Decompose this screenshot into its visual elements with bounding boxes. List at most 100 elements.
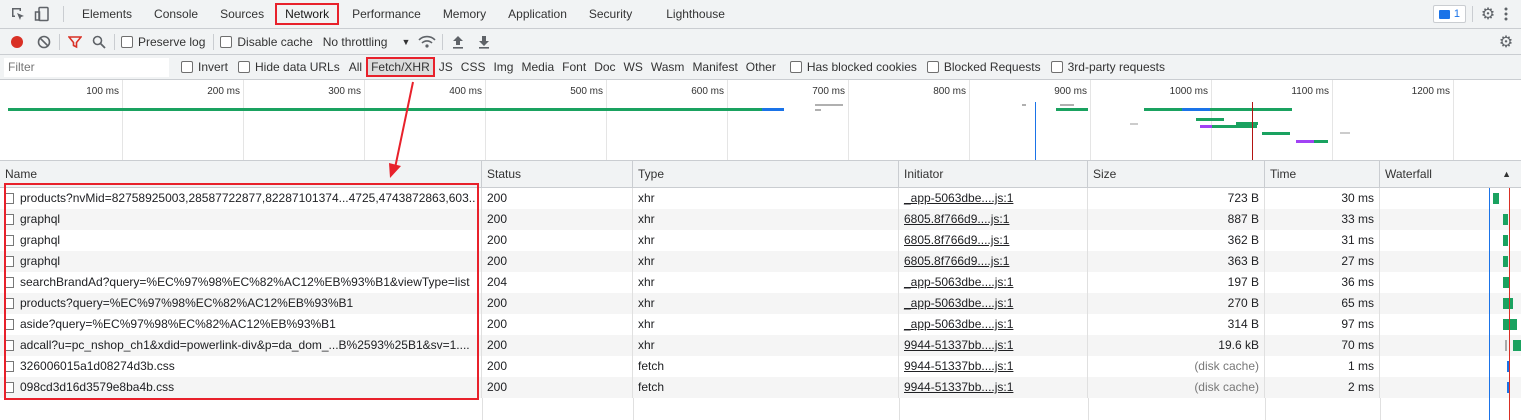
cell-initiator[interactable]: 6805.8f766d9....js:1 <box>899 209 1088 230</box>
initiator-link[interactable]: 9944-51337bb....js:1 <box>904 338 1013 352</box>
cell-initiator[interactable]: 9944-51337bb....js:1 <box>899 377 1088 398</box>
cell-name[interactable]: 326006015a1d08274d3b.css <box>0 356 482 377</box>
cell-initiator[interactable]: _app-5063dbe....js:1 <box>899 293 1088 314</box>
filter-icon[interactable] <box>66 33 84 51</box>
column-header-waterfall[interactable]: Waterfall ▲ <box>1380 161 1521 188</box>
issues-badge[interactable]: 1 <box>1432 5 1466 23</box>
network-overview-timeline[interactable]: 100 ms 200 ms 300 ms 400 ms 500 ms 600 m… <box>0 80 1521 161</box>
initiator-link[interactable]: 6805.8f766d9....js:1 <box>904 212 1009 226</box>
cell-initiator[interactable]: _app-5063dbe....js:1 <box>899 188 1088 209</box>
type-filter-css[interactable]: CSS <box>457 60 490 74</box>
import-har-icon[interactable] <box>449 33 467 51</box>
type-filter-wasm[interactable]: Wasm <box>647 60 689 74</box>
initiator-link[interactable]: 9944-51337bb....js:1 <box>904 359 1013 373</box>
tab-performance[interactable]: Performance <box>341 0 432 29</box>
type-filter-fetch-xhr[interactable]: Fetch/XHR <box>366 57 435 77</box>
export-har-icon[interactable] <box>475 33 493 51</box>
search-icon[interactable] <box>90 33 108 51</box>
type-filter-ws[interactable]: WS <box>620 60 647 74</box>
table-row[interactable]: graphql 200 xhr 6805.8f766d9....js:1 362 B 31… <box>0 230 1521 251</box>
type-filter-other[interactable]: Other <box>742 60 780 74</box>
third-party-requests-checkbox[interactable]: 3rd-party requests <box>1050 60 1165 74</box>
cell-initiator[interactable]: 9944-51337bb....js:1 <box>899 335 1088 356</box>
table-row[interactable]: graphql 200 xhr 6805.8f766d9....js:1 363 B 27… <box>0 251 1521 272</box>
record-icon[interactable] <box>8 33 26 51</box>
table-row[interactable]: products?query=%EC%97%98%EC%82%AC12%EB%9… <box>0 293 1521 314</box>
network-conditions-icon[interactable] <box>418 33 436 51</box>
cell-name[interactable]: graphql <box>0 251 482 272</box>
tab-network[interactable]: Network <box>275 3 340 25</box>
table-row[interactable]: products?nvMid=82758925003,28587722877,8… <box>0 188 1521 209</box>
table-row[interactable]: adcall?u=pc_nshop_ch1&xdid=powerlink-div… <box>0 335 1521 356</box>
throttling-select[interactable]: No throttling ▼ <box>323 35 411 49</box>
type-filter-manifest[interactable]: Manifest <box>688 60 741 74</box>
initiator-link[interactable]: _app-5063dbe....js:1 <box>904 296 1013 310</box>
initiator-link[interactable]: 6805.8f766d9....js:1 <box>904 254 1009 268</box>
cell-initiator[interactable]: 6805.8f766d9....js:1 <box>899 230 1088 251</box>
tab-application[interactable]: Application <box>497 0 578 29</box>
tab-console[interactable]: Console <box>143 0 209 29</box>
column-header-name[interactable]: Name <box>0 161 482 188</box>
inspect-element-icon[interactable] <box>9 5 27 23</box>
cell-name[interactable]: products?nvMid=82758925003,28587722877,8… <box>0 188 482 209</box>
network-settings-gear-icon[interactable]: ⚙ <box>1497 33 1515 51</box>
checkbox-box[interactable] <box>181 61 193 73</box>
table-row[interactable]: searchBrandAd?query=%EC%97%98%EC%82%AC12… <box>0 272 1521 293</box>
initiator-link[interactable]: 6805.8f766d9....js:1 <box>904 233 1009 247</box>
type-filter-media[interactable]: Media <box>517 60 558 74</box>
tab-lighthouse[interactable]: Lighthouse <box>655 0 736 29</box>
checkbox-box[interactable] <box>238 61 251 73</box>
column-header-size[interactable]: Size <box>1088 161 1265 188</box>
column-header-time[interactable]: Time <box>1265 161 1380 188</box>
tab-security[interactable]: Security <box>578 0 643 29</box>
cell-name[interactable]: graphql <box>0 230 482 251</box>
cell-name[interactable]: 098cd3d16d3579e8ba4b.css <box>0 377 482 398</box>
cell-initiator[interactable]: 9944-51337bb....js:1 <box>899 356 1088 377</box>
cell-name[interactable]: aside?query=%EC%97%98%EC%82%AC12%EB%93%B… <box>0 314 482 335</box>
checkbox-box[interactable] <box>121 35 133 48</box>
column-header-status[interactable]: Status <box>482 161 633 188</box>
checkbox-box[interactable] <box>926 61 939 73</box>
column-header-initiator[interactable]: Initiator <box>899 161 1088 188</box>
checkbox-box[interactable] <box>789 61 802 73</box>
cell-name[interactable]: adcall?u=pc_nshop_ch1&xdid=powerlink-div… <box>0 335 482 356</box>
tab-elements[interactable]: Elements <box>71 0 143 29</box>
disable-cache-checkbox[interactable]: Disable cache <box>220 35 313 49</box>
table-row[interactable]: 098cd3d16d3579e8ba4b.css 200 fetch 9944-513… <box>0 377 1521 398</box>
table-row[interactable]: 326006015a1d08274d3b.css 200 fetch 9944-513… <box>0 356 1521 377</box>
cell-name[interactable]: products?query=%EC%97%98%EC%82%AC12%EB%9… <box>0 293 482 314</box>
column-header-type[interactable]: Type <box>633 161 899 188</box>
cell-initiator[interactable]: _app-5063dbe....js:1 <box>899 314 1088 335</box>
waterfall-bar <box>1513 340 1521 351</box>
type-filter-all[interactable]: All <box>345 60 366 74</box>
hide-data-urls-checkbox[interactable]: Hide data URLs <box>238 60 340 74</box>
more-options-icon[interactable] <box>1497 5 1515 23</box>
blocked-requests-checkbox[interactable]: Blocked Requests <box>926 60 1041 74</box>
has-blocked-cookies-checkbox[interactable]: Has blocked cookies <box>789 60 917 74</box>
checkbox-box[interactable] <box>1050 61 1063 73</box>
type-filter-img[interactable]: Img <box>489 60 517 74</box>
initiator-link[interactable]: _app-5063dbe....js:1 <box>904 275 1013 289</box>
invert-checkbox[interactable]: Invert <box>181 60 228 74</box>
cell-initiator[interactable]: 6805.8f766d9....js:1 <box>899 251 1088 272</box>
cell-name[interactable]: searchBrandAd?query=%EC%97%98%EC%82%AC12… <box>0 272 482 293</box>
timeline-request-bar <box>762 108 784 111</box>
initiator-link[interactable]: _app-5063dbe....js:1 <box>904 191 1013 205</box>
type-filter-js[interactable]: JS <box>435 60 457 74</box>
filter-input[interactable] <box>4 57 169 77</box>
checkbox-box[interactable] <box>220 35 233 48</box>
table-row[interactable]: graphql 200 xhr 6805.8f766d9....js:1 887 B 33… <box>0 209 1521 230</box>
initiator-link[interactable]: 9944-51337bb....js:1 <box>904 380 1013 394</box>
type-filter-font[interactable]: Font <box>558 60 590 74</box>
device-toolbar-icon[interactable] <box>33 5 51 23</box>
tab-sources[interactable]: Sources <box>209 0 275 29</box>
tab-memory[interactable]: Memory <box>432 0 497 29</box>
cell-name[interactable]: graphql <box>0 209 482 230</box>
clear-icon[interactable] <box>35 33 53 51</box>
cell-initiator[interactable]: _app-5063dbe....js:1 <box>899 272 1088 293</box>
settings-gear-icon[interactable]: ⚙ <box>1479 5 1497 23</box>
initiator-link[interactable]: _app-5063dbe....js:1 <box>904 317 1013 331</box>
preserve-log-checkbox[interactable]: Preserve log <box>121 35 205 49</box>
table-row[interactable]: aside?query=%EC%97%98%EC%82%AC12%EB%93%B… <box>0 314 1521 335</box>
type-filter-doc[interactable]: Doc <box>590 60 619 74</box>
